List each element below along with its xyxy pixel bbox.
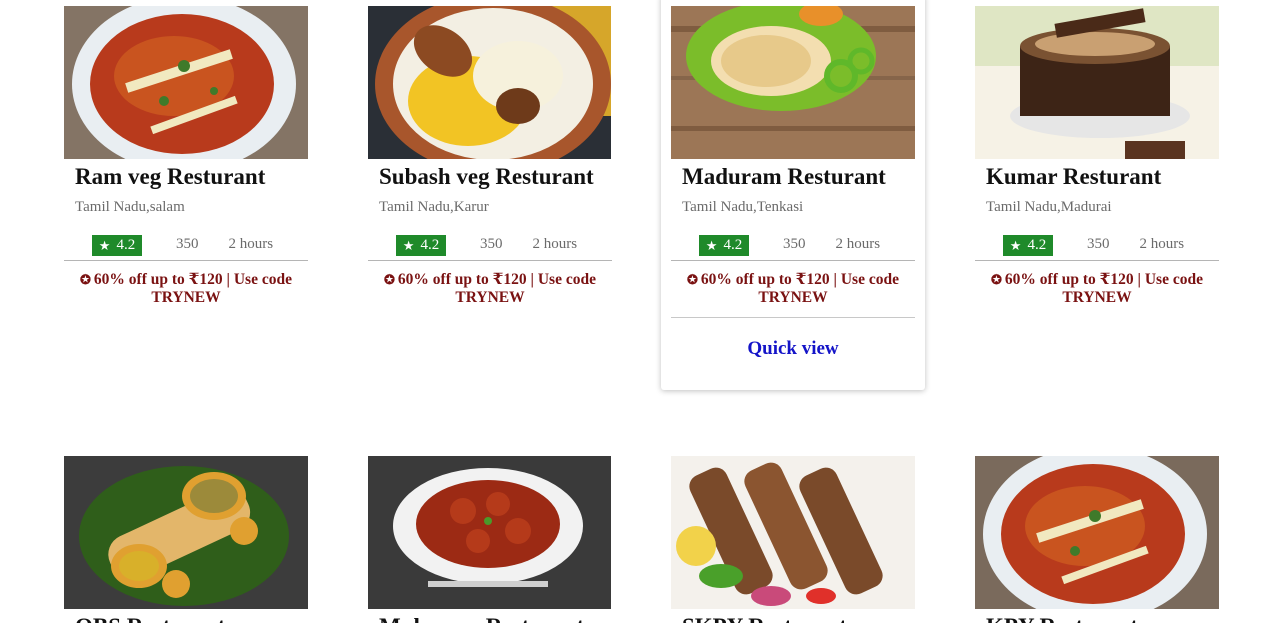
price: 350	[1087, 235, 1110, 252]
restaurant-location: Tamil Nadu,Tenkasi	[682, 199, 804, 215]
discount-badge-icon: ✪	[991, 272, 1002, 287]
restaurant-card[interactable]: Ram veg Resturant Tamil Nadu,salam ★ 4.2 …	[64, 6, 308, 307]
restaurant-name[interactable]: Muhuram Resturant	[379, 613, 612, 623]
rating-value: 4.2	[723, 237, 743, 253]
divider	[64, 260, 308, 261]
offer-text: ✪ 60% off up to ₹120 | Use code TRYNEW	[687, 271, 899, 306]
restaurant-name[interactable]: Kumar Resturant	[986, 163, 1219, 191]
rating-badge: ★ 4.2	[396, 235, 446, 256]
divider	[975, 260, 1219, 261]
discount-badge-icon: ✪	[384, 272, 395, 287]
restaurant-card[interactable]: KPY Resturant	[975, 456, 1219, 623]
quick-view-button[interactable]: Quick view	[671, 338, 915, 390]
delivery-time: 2 hours	[228, 235, 274, 252]
rating-badge: ★ 4.2	[699, 235, 749, 256]
restaurant-location: Tamil Nadu,salam	[75, 199, 185, 215]
discount-badge-icon: ✪	[687, 272, 698, 287]
restaurant-name[interactable]: SKPY Resturant	[682, 613, 915, 623]
rating-value: 4.2	[1027, 237, 1047, 253]
offer-text: ✪ 60% off up to ₹120 | Use code TRYNEW	[384, 271, 596, 306]
restaurant-location: Tamil Nadu,Karur	[379, 199, 489, 215]
restaurant-photo[interactable]	[368, 6, 612, 159]
divider	[368, 260, 612, 261]
restaurant-card[interactable]: SKPY Resturant	[671, 456, 915, 623]
restaurant-card[interactable]: Muhuram Resturant	[368, 456, 612, 623]
rating-badge: ★ 4.2	[1003, 235, 1053, 256]
restaurant-meta: ★ 4.2 350 2 hours	[396, 233, 612, 256]
rating-value: 4.2	[116, 237, 136, 253]
restaurant-card[interactable]: Kumar Resturant Tamil Nadu,Madurai ★ 4.2 …	[975, 6, 1219, 307]
restaurant-photo[interactable]	[368, 456, 612, 609]
price: 350	[176, 235, 199, 252]
rating-badge: ★ 4.2	[92, 235, 142, 256]
restaurant-name[interactable]: Subash veg Resturant	[379, 163, 612, 191]
restaurant-meta: ★ 4.2 350 2 hours	[92, 233, 308, 256]
restaurant-photo[interactable]	[64, 456, 308, 609]
restaurant-photo[interactable]	[671, 456, 915, 609]
restaurant-name[interactable]: Maduram Resturant	[682, 163, 915, 191]
price: 350	[480, 235, 503, 252]
discount-badge-icon: ✪	[80, 272, 91, 287]
restaurant-photo[interactable]	[975, 456, 1219, 609]
delivery-time: 2 hours	[532, 235, 578, 252]
divider	[671, 260, 915, 261]
restaurant-photo[interactable]	[64, 6, 308, 159]
star-icon: ★	[705, 237, 718, 253]
delivery-time: 2 hours	[1139, 235, 1185, 252]
rating-value: 4.2	[420, 237, 440, 253]
restaurant-card[interactable]: OBS Resturant	[64, 456, 308, 623]
restaurant-name[interactable]: KPY Resturant	[986, 613, 1219, 623]
restaurant-card-hovered[interactable]: Maduram Resturant Tamil Nadu,Tenkasi ★ 4.…	[661, 0, 925, 390]
restaurant-location: Tamil Nadu,Madurai	[986, 199, 1112, 215]
restaurant-name[interactable]: OBS Resturant	[75, 613, 308, 623]
divider	[671, 317, 915, 318]
star-icon: ★	[98, 237, 111, 253]
star-icon: ★	[402, 237, 415, 253]
restaurant-card[interactable]: Subash veg Resturant Tamil Nadu,Karur ★ 4…	[368, 6, 612, 307]
restaurant-photo[interactable]	[671, 6, 915, 159]
delivery-time: 2 hours	[835, 235, 881, 252]
restaurant-grid: Ram veg Resturant Tamil Nadu,salam ★ 4.2 …	[0, 0, 1275, 623]
restaurant-meta: ★ 4.2 350 2 hours	[1003, 233, 1219, 256]
restaurant-photo[interactable]	[975, 6, 1219, 159]
price: 350	[783, 235, 806, 252]
offer-text: ✪ 60% off up to ₹120 | Use code TRYNEW	[80, 271, 292, 306]
restaurant-meta: ★ 4.2 350 2 hours	[699, 233, 915, 256]
offer-text: ✪ 60% off up to ₹120 | Use code TRYNEW	[991, 271, 1203, 306]
restaurant-name[interactable]: Ram veg Resturant	[75, 163, 308, 191]
star-icon: ★	[1009, 237, 1022, 253]
